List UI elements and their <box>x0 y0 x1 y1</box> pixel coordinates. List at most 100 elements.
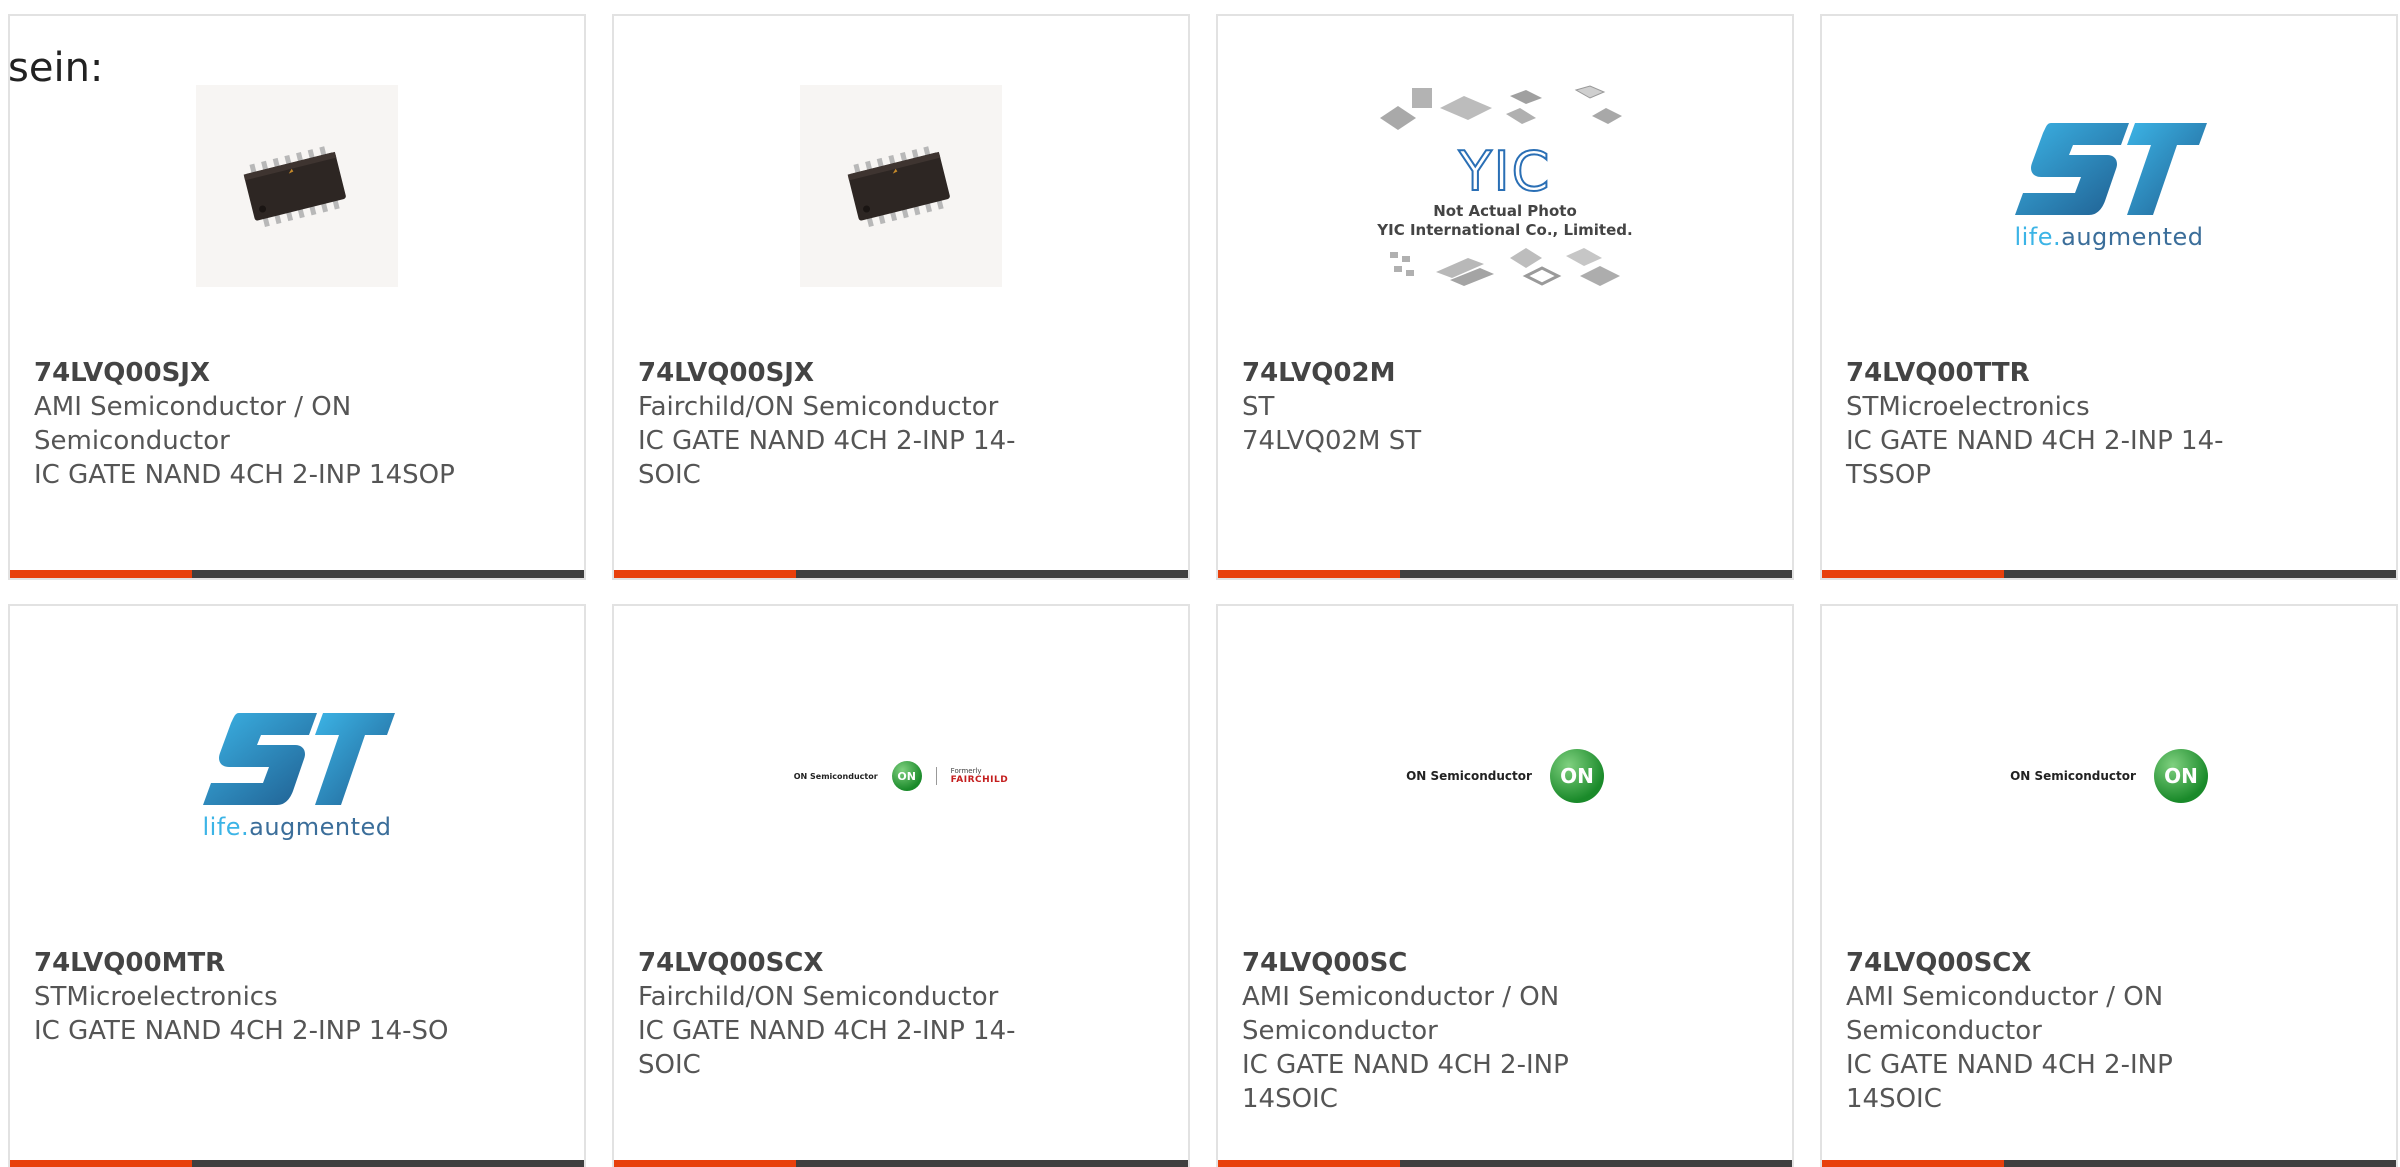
description-text: IC GATE NAND 4CH 2-INP 14- <box>638 1016 1016 1046</box>
product-info: 74LVQ00SJX AMI Semiconductor / ON Semicond… <box>34 356 474 492</box>
on-badge-icon: ON <box>2153 749 2208 803</box>
card-accent-stripe <box>10 1160 192 1167</box>
card-bottom-bar <box>1218 570 1792 578</box>
product-info: 74LVQ02M ST 74LVQ02M ST <box>1242 356 1682 458</box>
card-bottom-bar <box>1218 1160 1792 1167</box>
description-text: TSSOP <box>1846 460 1932 490</box>
card-accent-stripe <box>1822 1160 2004 1167</box>
card-bottom-bar <box>10 1160 584 1167</box>
manufacturer-text: Fairchild/ON Semiconductor <box>638 982 999 1012</box>
st-logo-mark <box>203 713 395 805</box>
card-bottom-bar <box>1822 1160 2396 1167</box>
description-text: SOIC <box>638 460 701 490</box>
description-text: IC GATE NAND 4CH 2-INP <box>1242 1050 1569 1080</box>
product-card[interactable]: 74LVQ00SJX AMI Semiconductor / ON Semicond… <box>8 14 586 580</box>
product-card[interactable]: 74LVQ00SJX Fairchild/ON Semiconductor IC G… <box>612 14 1190 580</box>
product-info: 74LVQ00MTR STMicroelectronics IC GATE NAND… <box>34 946 474 1048</box>
product-card[interactable]: ON Semiconductor ON 74LVQ00SC AMI Semicon… <box>1216 604 1794 1167</box>
card-bottom-bar <box>1822 570 2396 578</box>
description-text: SOIC <box>638 1050 701 1080</box>
product-card[interactable]: YIC Not Actual Photo YIC International C… <box>1216 14 1794 580</box>
product-card[interactable]: ON Semiconductor ON Formerly FAIRCHILD 7… <box>612 604 1190 1167</box>
description-text: IC GATE NAND 4CH 2-INP 14- <box>638 426 1016 456</box>
product-card[interactable]: ON Semiconductor ON 74LVQ00SCX AMI Semico… <box>1820 604 2398 1167</box>
product-card[interactable]: life.augmented 74LVQ00TTR STMicroelectron… <box>1820 14 2398 580</box>
card-bottom-bar <box>614 570 1188 578</box>
card-accent-stripe <box>10 570 192 578</box>
package-icons-top <box>1380 85 1622 130</box>
card-bottom-bar <box>614 1160 1188 1167</box>
card-accent-stripe <box>1822 570 2004 578</box>
product-info: 74LVQ00SCX AMI Semiconductor / ON Semicond… <box>1846 946 2286 1116</box>
on-semiconductor-wordmark: ON Semiconductor <box>793 771 878 781</box>
page: sein: 74LVQ00SJX AMI Semiconductor / ON … <box>0 0 2400 1167</box>
manufacturer-text: Semiconductor <box>1846 1016 2042 1046</box>
part-number-link[interactable]: 74LVQ00SJX <box>34 356 474 390</box>
on-fairchild-logo: ON Semiconductor ON Formerly FAIRCHILD <box>794 761 1008 791</box>
fairchild-wordmark: FAIRCHILD <box>950 775 1009 785</box>
product-info: 74LVQ00SC AMI Semiconductor / ON Semicondu… <box>1242 946 1682 1116</box>
part-number-link[interactable]: 74LVQ00SCX <box>638 946 1078 980</box>
not-actual-photo-label: Not Actual Photo <box>1433 202 1577 220</box>
card-accent-stripe <box>1218 570 1400 578</box>
part-number-link[interactable]: 74LVQ00SC <box>1242 946 1682 980</box>
st-logo: life.augmented <box>199 711 395 841</box>
st-tagline: life.augmented <box>202 813 392 841</box>
yic-logo: YIC <box>1458 140 1552 203</box>
on-semiconductor-wordmark: ON Semiconductor <box>1406 769 1532 783</box>
manufacturer-text: AMI Semiconductor / ON <box>34 392 352 422</box>
card-accent-stripe <box>614 570 796 578</box>
product-photo <box>196 85 398 287</box>
product-image[interactable]: YIC Not Actual Photo YIC International C… <box>1218 66 1792 306</box>
product-photo <box>800 85 1002 287</box>
manufacturer-text: AMI Semiconductor / ON <box>1242 982 1560 1012</box>
part-number-link[interactable]: 74LVQ02M <box>1242 356 1682 390</box>
card-accent-stripe <box>614 1160 796 1167</box>
manufacturer-text: Fairchild/ON Semiconductor <box>638 392 999 422</box>
ic-chip-image <box>847 146 950 227</box>
card-bottom-bar <box>10 570 584 578</box>
description-text: 14SOIC <box>1846 1084 1942 1114</box>
on-badge-icon: ON <box>891 761 922 791</box>
card-accent-stripe <box>1218 1160 1400 1167</box>
part-number-link[interactable]: 74LVQ00MTR <box>34 946 474 980</box>
part-number-link[interactable]: 74LVQ00SJX <box>638 356 1078 390</box>
intro-text: sein: <box>8 45 104 91</box>
product-image[interactable]: ON Semiconductor ON Formerly FAIRCHILD <box>614 656 1188 896</box>
description-text: 14SOIC <box>1242 1084 1338 1114</box>
product-image[interactable]: life.augmented <box>10 656 584 896</box>
on-semiconductor-wordmark: ON Semiconductor <box>2010 769 2136 783</box>
part-number-link[interactable]: 74LVQ00TTR <box>1846 356 2286 390</box>
formerly-label: Formerly <box>950 767 982 775</box>
on-semiconductor-logo: ON Semiconductor ON <box>1406 749 1604 803</box>
description-text: IC GATE NAND 4CH 2-INP 14-SO <box>34 1016 449 1046</box>
description-text: 74LVQ02M ST <box>1242 426 1422 456</box>
product-info: 74LVQ00TTR STMicroelectronics IC GATE NAND… <box>1846 356 2286 492</box>
yic-placeholder-image: YIC Not Actual Photo YIC International C… <box>1370 82 1640 290</box>
product-info: 74LVQ00SCX Fairchild/ON Semiconductor IC G… <box>638 946 1078 1082</box>
product-image[interactable]: ON Semiconductor ON <box>1218 656 1792 896</box>
st-tagline: life.augmented <box>2014 223 2204 251</box>
part-number-link[interactable]: 74LVQ00SCX <box>1846 946 2286 980</box>
manufacturer-text: AMI Semiconductor / ON <box>1846 982 2164 1012</box>
package-icons-bottom <box>1390 248 1620 286</box>
manufacturer-text: ST <box>1242 392 1275 422</box>
product-image[interactable] <box>614 66 1188 306</box>
product-info: 74LVQ00SJX Fairchild/ON Semiconductor IC G… <box>638 356 1078 492</box>
manufacturer-text: STMicroelectronics <box>34 982 278 1012</box>
on-semiconductor-logo: ON Semiconductor ON <box>2010 749 2208 803</box>
description-text: IC GATE NAND 4CH 2-INP 14- <box>1846 426 2224 456</box>
st-logo: life.augmented <box>2011 121 2207 251</box>
product-image[interactable]: life.augmented <box>1822 66 2396 306</box>
description-text: IC GATE NAND 4CH 2-INP 14SOP <box>34 460 455 490</box>
description-text: IC GATE NAND 4CH 2-INP <box>1846 1050 2173 1080</box>
yic-company-label: YIC International Co., Limited. <box>1377 221 1633 239</box>
product-image[interactable]: ON Semiconductor ON <box>1822 656 2396 896</box>
product-card[interactable]: life.augmented 74LVQ00MTR STMicroelectron… <box>8 604 586 1167</box>
manufacturer-text: STMicroelectronics <box>1846 392 2090 422</box>
fairchild-logo: Formerly FAIRCHILD <box>935 767 1009 785</box>
product-image[interactable] <box>10 66 584 306</box>
product-grid: 74LVQ00SJX AMI Semiconductor / ON Semicond… <box>8 14 2400 1167</box>
manufacturer-text: Semiconductor <box>1242 1016 1438 1046</box>
on-badge-icon: ON <box>1549 749 1604 803</box>
